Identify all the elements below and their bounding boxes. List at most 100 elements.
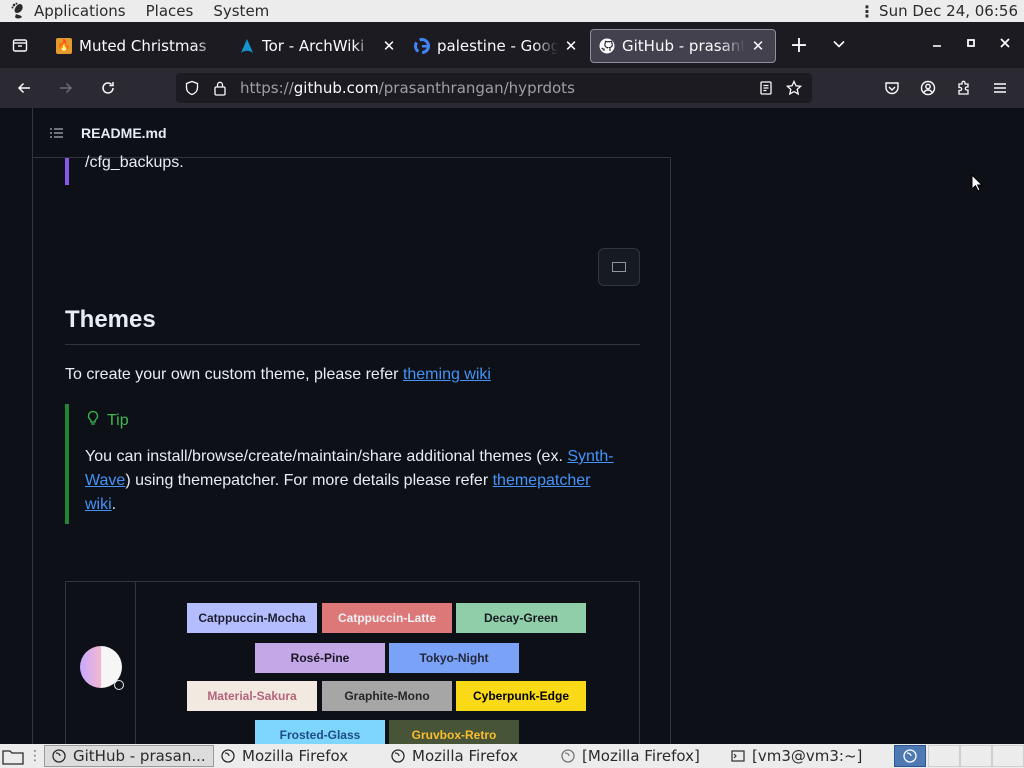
tab-title: palestine - Google: [437, 36, 558, 55]
pocket-button[interactable]: [874, 70, 910, 106]
workspace-1[interactable]: [894, 745, 926, 767]
system-menu[interactable]: System: [213, 2, 269, 20]
reload-icon: [102, 82, 114, 94]
close-icon[interactable]: ✕: [380, 37, 398, 55]
nav-right-toolbar: [874, 70, 1018, 106]
taskbar-item-firefox-2[interactable]: Mozilla Firefox: [384, 745, 554, 767]
pocket-icon: [885, 82, 899, 95]
workspace-3[interactable]: [960, 745, 992, 767]
taskbar-item-github[interactable]: GitHub - prasan...: [44, 745, 214, 767]
top-panel: Applications Places System ⋮ Sun Dec 24,…: [0, 0, 1024, 22]
clock[interactable]: Sun Dec 24, 06:56: [879, 2, 1018, 20]
theme-badge[interactable]: Material-Sakura: [187, 681, 317, 711]
theme-badge[interactable]: Catppuccin-Latte: [322, 603, 452, 633]
light-bulb-icon: [85, 410, 101, 431]
url-bar[interactable]: https://github.com/prasanthrangan/hyprdo…: [176, 73, 812, 103]
account-icon: [920, 80, 936, 96]
lock-icon[interactable]: [206, 80, 234, 96]
hamburger-icon: [994, 83, 1006, 93]
taskbar-item-terminal[interactable]: [vm3@vm3:~]: [724, 745, 894, 767]
firefox-icon: [51, 748, 67, 764]
taskbar-handle-icon: ⋮: [28, 748, 42, 764]
workspace-4[interactable]: [992, 745, 1024, 767]
arrow-right-icon: [60, 82, 73, 94]
tab-title: GitHub - prasanth: [622, 36, 745, 55]
applications-menu[interactable]: Applications: [34, 2, 126, 20]
theming-wiki-link[interactable]: theming wiki: [403, 366, 491, 383]
close-icon[interactable]: ✕: [749, 37, 767, 55]
table-of-contents-button[interactable]: [33, 125, 81, 141]
places-menu[interactable]: Places: [146, 2, 194, 20]
themes-heading: Themes: [65, 306, 640, 345]
bottom-taskbar: ⋮ GitHub - prasan... Mozilla Firefox Moz…: [0, 744, 1024, 768]
tab-tor-archwiki[interactable]: Tor - ArchWiki ✕: [231, 29, 406, 63]
chevron-down-icon: [833, 40, 845, 48]
themes-table: Catppuccin-Mocha Catppuccin-Latte Decay-…: [65, 581, 640, 744]
extensions-button[interactable]: [946, 70, 982, 106]
account-button[interactable]: [910, 70, 946, 106]
theme-badge[interactable]: Rosé-Pine: [255, 643, 385, 673]
tab-palestine-google[interactable]: palestine - Google ✕: [406, 29, 588, 63]
firefox-view-button[interactable]: [0, 22, 40, 68]
terminal-icon: [730, 748, 746, 764]
theme-badge[interactable]: Frosted-Glass: [255, 720, 385, 744]
list-icon: [50, 127, 63, 138]
maximize-button[interactable]: [954, 37, 988, 53]
firefox-icon: [903, 749, 917, 763]
arch-logo-icon: [239, 38, 255, 54]
close-icon: [1000, 38, 1010, 48]
github-icon: [599, 38, 615, 54]
firefox-icon: [220, 748, 236, 764]
readme-filename[interactable]: README.md: [81, 125, 167, 141]
new-tab-button[interactable]: +: [784, 33, 814, 58]
bookmark-star-icon[interactable]: [780, 80, 808, 96]
theme-badge[interactable]: Graphite-Mono: [322, 681, 452, 711]
close-icon[interactable]: ✕: [562, 37, 580, 55]
firefox-icon: [390, 748, 406, 764]
mouse-cursor-icon: [971, 174, 983, 192]
readme-header: README.md: [33, 108, 671, 158]
forward-button[interactable]: [48, 70, 84, 106]
taskbar-item-firefox-3[interactable]: [Mozilla Firefox]: [554, 745, 724, 767]
arrow-left-icon: [17, 82, 30, 94]
close-window-button[interactable]: [988, 37, 1022, 53]
tip-body: You can install/browse/create/maintain/s…: [85, 448, 614, 513]
back-button[interactable]: [6, 70, 42, 106]
tip-callout: Tip You can install/browse/create/mainta…: [65, 404, 640, 524]
list-all-tabs-button[interactable]: [824, 36, 854, 55]
themes-paragraph: To create your own custom theme, please …: [65, 366, 491, 383]
firefox-view-icon: [12, 39, 28, 52]
reload-button[interactable]: [90, 70, 126, 106]
hyde-logo-cell: [66, 582, 136, 744]
theme-badge[interactable]: Tokyo-Night: [389, 643, 519, 673]
theme-badge[interactable]: Cyberpunk-Edge: [456, 681, 586, 711]
firefox-icon: [560, 748, 576, 764]
nav-toolbar: https://github.com/prasanthrangan/hyprdo…: [0, 68, 1024, 108]
blockquote-text: /cfg_backups.: [85, 154, 184, 171]
theme-badge[interactable]: Gruvbox-Retro: [389, 720, 519, 744]
copy-button[interactable]: [598, 248, 640, 286]
reader-view-icon[interactable]: [752, 80, 780, 96]
maximize-icon: [967, 39, 975, 47]
page-content: README.md /cfg_backups. Themes To create…: [0, 108, 1024, 744]
copy-icon: [612, 262, 626, 272]
tracking-protection-shield-icon[interactable]: [178, 80, 206, 96]
panel-handle-icon: ⋮: [859, 1, 876, 21]
workspace-2[interactable]: [928, 745, 960, 767]
minimize-icon: [933, 45, 941, 47]
url-text[interactable]: https://github.com/prasanthrangan/hyprdo…: [240, 79, 752, 97]
puzzle-icon: [958, 80, 969, 95]
gnome-foot-icon[interactable]: [10, 2, 28, 20]
theme-badge[interactable]: Catppuccin-Mocha: [187, 603, 317, 633]
theme-badge[interactable]: Decay-Green: [456, 603, 586, 633]
tab-github[interactable]: GitHub - prasanth ✕: [590, 28, 776, 63]
taskbar-item-firefox-1[interactable]: Mozilla Firefox: [214, 745, 384, 767]
hyde-logo-icon[interactable]: [79, 646, 124, 690]
tab-title: Muted Christmas: [79, 36, 207, 55]
blockquote-border: [65, 158, 69, 185]
show-desktop-button[interactable]: [0, 745, 26, 767]
tab-muted-christmas[interactable]: 🔥 Muted Christmas: [48, 29, 231, 63]
minimize-button[interactable]: [920, 37, 954, 53]
app-menu-button[interactable]: [982, 70, 1018, 106]
show-desktop-icon: [2, 750, 24, 765]
